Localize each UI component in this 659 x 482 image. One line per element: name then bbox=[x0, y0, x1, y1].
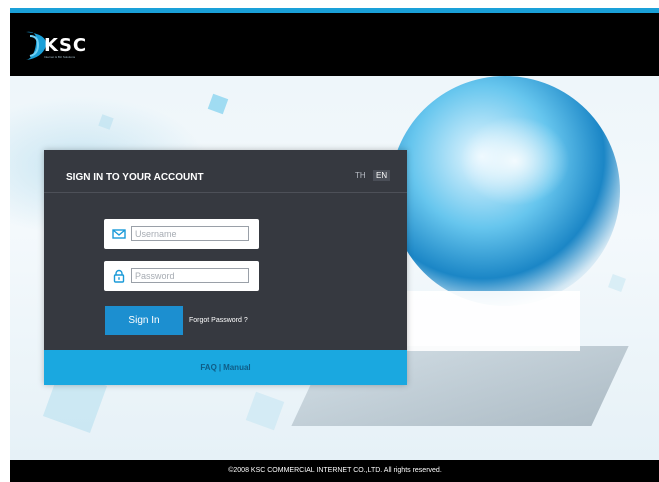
username-field bbox=[104, 219, 259, 249]
password-field bbox=[104, 261, 259, 291]
username-input[interactable] bbox=[131, 226, 249, 241]
logo-tagline: Internet & Biz Solutions bbox=[44, 55, 76, 59]
header: KSC Internet & Biz Solutions bbox=[10, 13, 659, 76]
ksc-logo[interactable]: KSC Internet & Biz Solutions bbox=[24, 29, 114, 61]
login-panel: SIGN IN TO YOUR ACCOUNT TH EN Username S… bbox=[44, 150, 407, 385]
logo-text: KSC bbox=[44, 35, 88, 56]
faq-link[interactable]: FAQ bbox=[200, 363, 216, 372]
page-footer: ©2008 KSC COMMERCIAL INTERNET CO.,LTD. A… bbox=[10, 460, 659, 482]
login-page: KSC Internet & Biz Solutions SIGN IN TO … bbox=[0, 0, 659, 482]
manual-link[interactable]: Manual bbox=[223, 363, 251, 372]
copyright-text: ©2008 KSC COMMERCIAL INTERNET CO.,LTD. A… bbox=[228, 467, 442, 474]
password-input[interactable] bbox=[131, 268, 249, 283]
forgot-password-link[interactable]: Forgot Password ? bbox=[189, 317, 248, 324]
language-th-button[interactable]: TH bbox=[355, 171, 366, 180]
language-en-button[interactable]: EN bbox=[373, 170, 391, 181]
login-title: SIGN IN TO YOUR ACCOUNT bbox=[66, 172, 204, 183]
envelope-icon bbox=[112, 227, 126, 241]
sign-in-button[interactable]: Sign In bbox=[105, 306, 183, 335]
lock-icon bbox=[112, 269, 126, 283]
login-panel-footer: FAQ | Manual bbox=[44, 350, 407, 385]
login-panel-header: SIGN IN TO YOUR ACCOUNT TH EN bbox=[44, 150, 407, 193]
